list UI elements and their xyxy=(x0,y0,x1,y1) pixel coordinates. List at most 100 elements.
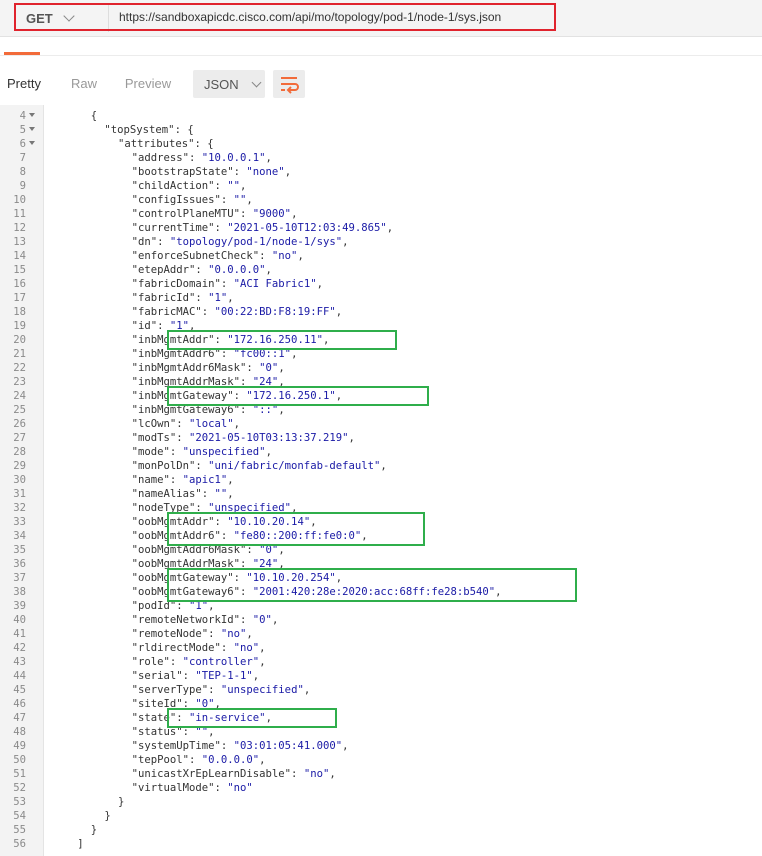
code-line: 26 "lcOwn": "local", xyxy=(0,417,762,431)
line-number: 27 xyxy=(13,432,26,444)
code-text: "oobMgmtAddr": "10.10.20.14", xyxy=(131,516,317,528)
code-line: 6 "attributes": { xyxy=(0,137,762,151)
line-number: 52 xyxy=(13,782,26,794)
code-text: "oobMgmtAddr6": "fe80::200:ff:fe0:0", xyxy=(131,530,368,542)
code-line: 45 "serverType": "unspecified", xyxy=(0,683,762,697)
code-text: { xyxy=(90,110,98,122)
format-select[interactable]: JSON xyxy=(193,70,265,98)
code-text: "fabricDomain": "ACI Fabric1", xyxy=(131,278,323,290)
code-text: "dn": "topology/pod-1/node-1/sys", xyxy=(131,236,349,248)
code-text: "currentTime": "2021-05-10T12:03:49.865"… xyxy=(131,222,394,234)
response-toolbar: Pretty Raw Preview JSON xyxy=(0,66,762,102)
code-line: 13 "dn": "topology/pod-1/node-1/sys", xyxy=(0,235,762,249)
divider xyxy=(0,55,762,56)
format-label: JSON xyxy=(204,76,239,92)
line-number: 18 xyxy=(13,306,26,318)
method-label: GET xyxy=(26,10,53,26)
line-number: 6 xyxy=(19,138,26,150)
code-line: 28 "mode": "unspecified", xyxy=(0,445,762,459)
code-text: "inbMgmtAddr6": "fc00::1", xyxy=(131,348,298,360)
code-line: 33 "oobMgmtAddr": "10.10.20.14", xyxy=(0,515,762,529)
code-line: 8 "bootstrapState": "none", xyxy=(0,165,762,179)
code-line: 37 "oobMgmtGateway": "10.10.20.254", xyxy=(0,571,762,585)
code-text: "inbMgmtAddr6Mask": "0", xyxy=(131,362,285,374)
code-text: "nameAlias": "", xyxy=(131,488,234,500)
code-text: "oobMgmtGateway": "10.10.20.254", xyxy=(131,572,343,584)
line-number: 50 xyxy=(13,754,26,766)
code-text: "unicastXrEpLearnDisable": "no", xyxy=(131,768,336,780)
code-line: 30 "name": "apic1", xyxy=(0,473,762,487)
line-number: 23 xyxy=(13,376,26,388)
line-number: 14 xyxy=(13,250,26,262)
preview-button[interactable]: Preview xyxy=(118,70,178,98)
code-text: "attributes": { xyxy=(118,138,214,150)
code-text: "oobMgmtAddr6Mask": "0", xyxy=(131,544,285,556)
line-number: 41 xyxy=(13,628,26,640)
line-number: 13 xyxy=(13,236,26,248)
line-number: 46 xyxy=(13,698,26,710)
line-number: 32 xyxy=(13,502,26,514)
method-select[interactable]: GET xyxy=(12,7,100,29)
line-number: 44 xyxy=(13,670,26,682)
line-number: 53 xyxy=(13,796,26,808)
code-line: 53} xyxy=(0,795,762,809)
chevron-down-icon xyxy=(63,10,75,22)
code-text: } xyxy=(118,796,125,808)
code-text: "fabricId": "1", xyxy=(131,292,234,304)
code-text: "rldirectMode": "no", xyxy=(131,642,266,654)
code-line: 21 "inbMgmtAddr6": "fc00::1", xyxy=(0,347,762,361)
code-line: 36 "oobMgmtAddrMask": "24", xyxy=(0,557,762,571)
request-bar: GET https://sandboxapicdc.cisco.com/api/… xyxy=(0,0,762,37)
line-number: 55 xyxy=(13,824,26,836)
line-number: 30 xyxy=(13,474,26,486)
code-text: } xyxy=(90,824,98,836)
code-text: "state": "in-service", xyxy=(131,712,272,724)
fold-toggle-icon[interactable] xyxy=(29,127,35,131)
code-text: "inbMgmtAddr": "172.16.250.11", xyxy=(131,334,330,346)
code-text: "configIssues": "", xyxy=(131,194,253,206)
raw-button[interactable]: Raw xyxy=(62,70,106,98)
code-text: "fabricMAC": "00:22:BD:F8:19:FF", xyxy=(131,306,343,318)
code-line: 23 "inbMgmtAddrMask": "24", xyxy=(0,375,762,389)
code-line: 50 "tepPool": "0.0.0.0", xyxy=(0,753,762,767)
fold-toggle-icon[interactable] xyxy=(29,113,35,117)
wrap-lines-button[interactable] xyxy=(273,70,305,98)
code-line: 20 "inbMgmtAddr": "172.16.250.11", xyxy=(0,333,762,347)
code-text: "id": "1", xyxy=(131,320,196,332)
code-text: "remoteNetworkId": "0", xyxy=(131,614,279,626)
code-line: 25 "inbMgmtGateway6": "::", xyxy=(0,403,762,417)
fold-toggle-icon[interactable] xyxy=(29,141,35,145)
code-line: 51 "unicastXrEpLearnDisable": "no", xyxy=(0,767,762,781)
code-text: "serial": "TEP-1-1", xyxy=(131,670,260,682)
code-text: } xyxy=(104,810,111,822)
line-number: 43 xyxy=(13,656,26,668)
line-number: 16 xyxy=(13,278,26,290)
code-text: "podId": "1", xyxy=(131,600,215,612)
code-line: 5 "topSystem": { xyxy=(0,123,762,137)
code-line: 19 "id": "1", xyxy=(0,319,762,333)
line-number: 21 xyxy=(13,348,26,360)
code-text: "virtualMode": "no" xyxy=(131,782,253,794)
response-body[interactable]: 4{5 "topSystem": {6 "attributes": {7 "addre… xyxy=(0,105,762,856)
code-text: "mode": "unspecified", xyxy=(131,446,272,458)
url-input[interactable]: https://sandboxapicdc.cisco.com/api/mo/t… xyxy=(119,10,501,24)
chevron-down-icon xyxy=(251,77,262,87)
code-text: "oobMgmtAddrMask": "24", xyxy=(131,558,285,570)
line-number: 26 xyxy=(13,418,26,430)
line-number: 40 xyxy=(13,614,26,626)
line-number: 17 xyxy=(13,292,26,304)
line-number: 29 xyxy=(13,460,26,472)
code-text: "name": "apic1", xyxy=(131,474,234,486)
pretty-button[interactable]: Pretty xyxy=(0,70,48,98)
wrap-lines-icon xyxy=(281,77,299,94)
line-number: 31 xyxy=(13,488,26,500)
code-text: "serverType": "unspecified", xyxy=(131,684,311,696)
line-number: 39 xyxy=(13,600,26,612)
code-line: 11 "controlPlaneMTU": "9000", xyxy=(0,207,762,221)
code-line: 42 "rldirectMode": "no", xyxy=(0,641,762,655)
line-number: 54 xyxy=(13,810,26,822)
code-line: 35 "oobMgmtAddr6Mask": "0", xyxy=(0,543,762,557)
line-number: 15 xyxy=(13,264,26,276)
code-text: "topSystem": { xyxy=(104,124,194,136)
line-number: 19 xyxy=(13,320,26,332)
